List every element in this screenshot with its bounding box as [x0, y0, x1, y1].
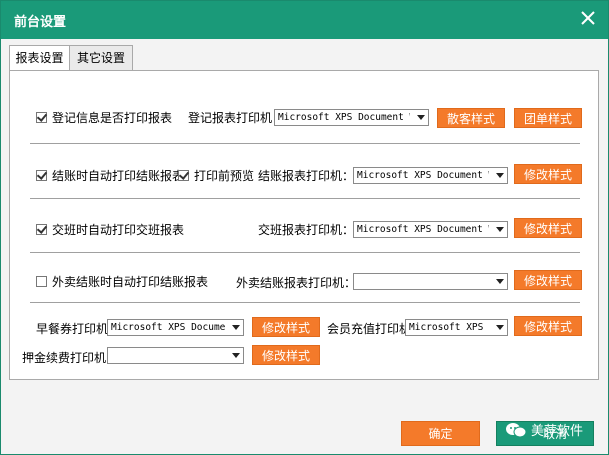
- checkbox-label: 结账时自动打印结账报表: [52, 169, 185, 183]
- breakfast-printer-select[interactable]: Microsoft XPS Documen: [107, 319, 244, 336]
- tab-report-settings[interactable]: 报表设置: [9, 45, 70, 72]
- divider: [30, 252, 580, 253]
- deposit-printer-label: 押金续费打印机: [22, 351, 107, 365]
- shift-modify-style-button[interactable]: 修改样式: [514, 218, 582, 238]
- takeout-modify-style-button[interactable]: 修改样式: [514, 270, 582, 290]
- checkin-printer-select[interactable]: Microsoft XPS Document W:: [274, 109, 429, 126]
- select-value: Microsoft XPS Document W:: [357, 224, 489, 235]
- tab-panel: 登记信息是否打印报表 登记报表打印机 Microsoft XPS Documen…: [9, 70, 599, 380]
- checkbox-box: [178, 169, 190, 181]
- checkbox-print-checkin[interactable]: 登记信息是否打印报表: [36, 109, 172, 126]
- watermark: 美萍软件: [505, 420, 583, 439]
- settings-dialog: 前台设置 报表设置 其它设置 登记信息是否打印报表 登记报表打印机 Micros…: [0, 0, 609, 455]
- chevron-down-icon: [232, 325, 240, 330]
- select-value: Microsoft XPS Document W:: [278, 112, 410, 123]
- watermark-text: 美萍软件: [531, 424, 584, 439]
- breakfast-modify-style-button[interactable]: 修改样式: [252, 317, 320, 337]
- checkbox-box: [36, 223, 48, 235]
- check-icon: [36, 223, 48, 234]
- deposit-modify-style-button[interactable]: 修改样式: [252, 345, 320, 365]
- checkbox-label: 打印前预览: [194, 169, 255, 183]
- confirm-button[interactable]: 确定: [401, 421, 480, 446]
- shift-printer-select[interactable]: Microsoft XPS Document W:: [353, 221, 508, 238]
- shift-printer-label: 交班报表打印机：: [258, 223, 355, 237]
- select-value: Microsoft XPS D: [409, 322, 489, 333]
- chevron-down-icon: [496, 325, 504, 330]
- divider: [30, 143, 580, 144]
- checkbox-auto-print-shift[interactable]: 交班时自动打印交班报表: [36, 221, 184, 238]
- checkbox-print-preview[interactable]: 打印前预览: [178, 167, 254, 184]
- select-value: Microsoft XPS Documen: [111, 322, 225, 333]
- deposit-printer-select[interactable]: [107, 347, 244, 364]
- chevron-down-icon: [496, 279, 504, 284]
- breakfast-printer-label: 早餐券打印机: [36, 322, 109, 336]
- checkout-modify-style-button[interactable]: 修改样式: [514, 164, 582, 184]
- member-recharge-modify-style-button[interactable]: 修改样式: [514, 316, 582, 336]
- chevron-down-icon: [417, 115, 425, 120]
- checkbox-label: 登记信息是否打印报表: [52, 111, 173, 125]
- checkbox-label: 外卖结账时自动打印结账报表: [52, 275, 209, 289]
- takeout-printer-select[interactable]: [353, 273, 508, 290]
- group-style-button[interactable]: 团单样式: [514, 108, 582, 128]
- chevron-down-icon: [232, 353, 240, 358]
- divider: [30, 302, 580, 303]
- checkbox-label: 交班时自动打印交班报表: [52, 223, 185, 237]
- check-icon: [178, 169, 190, 180]
- tab-other-settings[interactable]: 其它设置: [69, 45, 133, 71]
- checkout-printer-select[interactable]: Microsoft XPS Document W:: [353, 167, 508, 184]
- window-title: 前台设置: [14, 15, 67, 30]
- checkout-printer-label: 结账报表打印机：: [258, 169, 355, 183]
- checkbox-box: [36, 111, 48, 123]
- wechat-icon: [506, 422, 527, 437]
- checkbox-box: [36, 169, 48, 181]
- select-value: Microsoft XPS Document W:: [357, 170, 489, 181]
- chevron-down-icon: [496, 173, 504, 178]
- takeout-printer-label: 外卖结账报表打印机：: [236, 276, 357, 290]
- title-bar: 前台设置: [1, 1, 608, 39]
- check-icon: [36, 169, 48, 180]
- individual-style-button[interactable]: 散客样式: [437, 108, 505, 128]
- close-icon[interactable]: [578, 8, 598, 28]
- member-recharge-printer-label: 会员充值打印机: [327, 322, 412, 336]
- checkbox-auto-print-checkout[interactable]: 结账时自动打印结账报表: [36, 167, 184, 184]
- checkin-printer-label: 登记报表打印机: [188, 111, 273, 125]
- check-icon: [36, 111, 48, 122]
- checkbox-box: [36, 276, 47, 287]
- member-recharge-printer-select[interactable]: Microsoft XPS D: [405, 319, 508, 336]
- divider: [30, 198, 580, 199]
- chevron-down-icon: [496, 227, 504, 232]
- checkbox-auto-print-takeout[interactable]: 外卖结账时自动打印结账报表: [36, 273, 208, 290]
